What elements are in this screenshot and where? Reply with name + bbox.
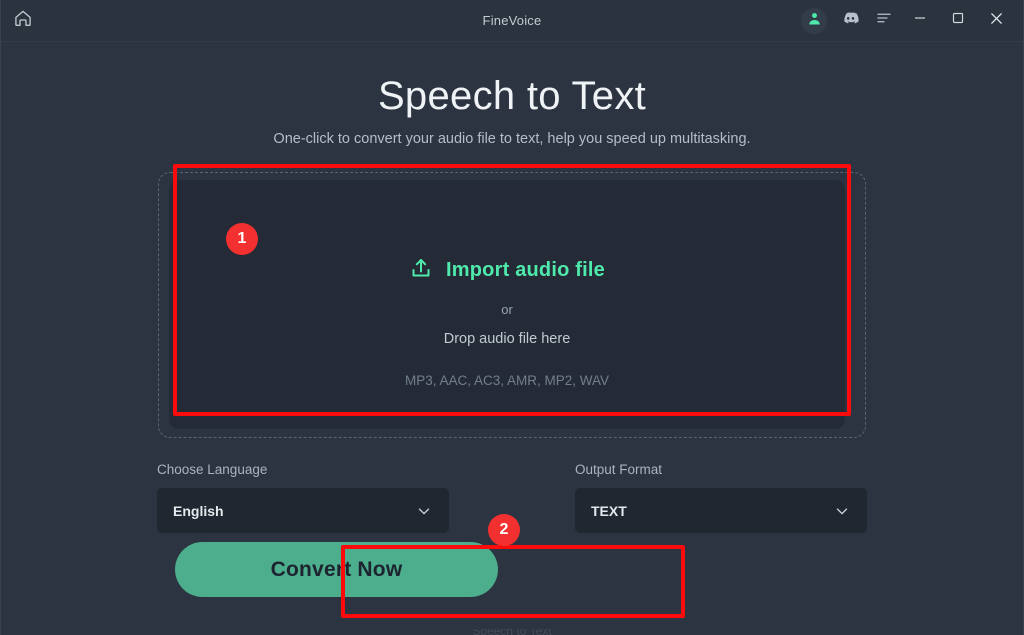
output-format-field: Output Format TEXT bbox=[575, 462, 867, 533]
language-select[interactable]: English bbox=[157, 488, 449, 533]
annotation-badge-2: 2 bbox=[488, 514, 520, 546]
language-field: Choose Language English bbox=[157, 462, 449, 533]
menu-icon bbox=[875, 9, 893, 32]
minimize-button[interactable] bbox=[903, 5, 937, 37]
discord-button[interactable] bbox=[835, 6, 865, 36]
app-window: FineVoice Speech to Text One-click to co… bbox=[0, 0, 1024, 635]
supported-formats-text: MP3, AAC, AC3, AMR, MP2, WAV bbox=[404, 373, 610, 388]
minimize-icon bbox=[913, 11, 927, 30]
audio-dropzone[interactable]: Import audio file or Drop audio file her… bbox=[169, 180, 845, 429]
user-avatar-button[interactable] bbox=[801, 7, 827, 34]
user-avatar-icon bbox=[807, 11, 822, 31]
page-title: Speech to Text bbox=[377, 74, 647, 118]
convert-now-button[interactable]: Convert Now bbox=[175, 542, 498, 597]
home-button[interactable] bbox=[1, 1, 45, 41]
import-audio-file-label: Import audio file bbox=[446, 259, 605, 281]
close-icon bbox=[989, 11, 1004, 31]
titlebar-controls bbox=[801, 5, 1023, 37]
titlebar: FineVoice bbox=[1, 0, 1023, 42]
chevron-down-icon bbox=[833, 502, 851, 520]
annotation-badge-1: 1 bbox=[226, 223, 258, 255]
upload-icon bbox=[409, 256, 433, 285]
output-format-label: Output Format bbox=[575, 462, 663, 477]
dropzone-wrapper: Import audio file or Drop audio file her… bbox=[158, 172, 866, 438]
discord-icon bbox=[841, 9, 859, 32]
import-audio-file-button[interactable]: Import audio file bbox=[409, 256, 605, 285]
output-format-selected-value: TEXT bbox=[591, 502, 627, 519]
bottom-clipped-text: Speech to Text bbox=[1, 629, 1023, 635]
page-subtitle: One-click to convert your audio file to … bbox=[273, 131, 751, 147]
maximize-icon bbox=[951, 11, 965, 30]
chevron-down-icon bbox=[415, 502, 433, 520]
language-selected-value: English bbox=[173, 502, 224, 519]
home-icon bbox=[13, 8, 33, 33]
output-format-select[interactable]: TEXT bbox=[575, 488, 867, 533]
maximize-button[interactable] bbox=[941, 5, 975, 37]
menu-button[interactable] bbox=[869, 6, 899, 36]
language-label: Choose Language bbox=[157, 462, 268, 477]
drop-audio-hint: Drop audio file here bbox=[443, 331, 571, 347]
bottom-clipped-row: Speech to Text bbox=[1, 629, 1023, 635]
or-separator-text: or bbox=[501, 302, 513, 317]
close-button[interactable] bbox=[979, 5, 1013, 37]
